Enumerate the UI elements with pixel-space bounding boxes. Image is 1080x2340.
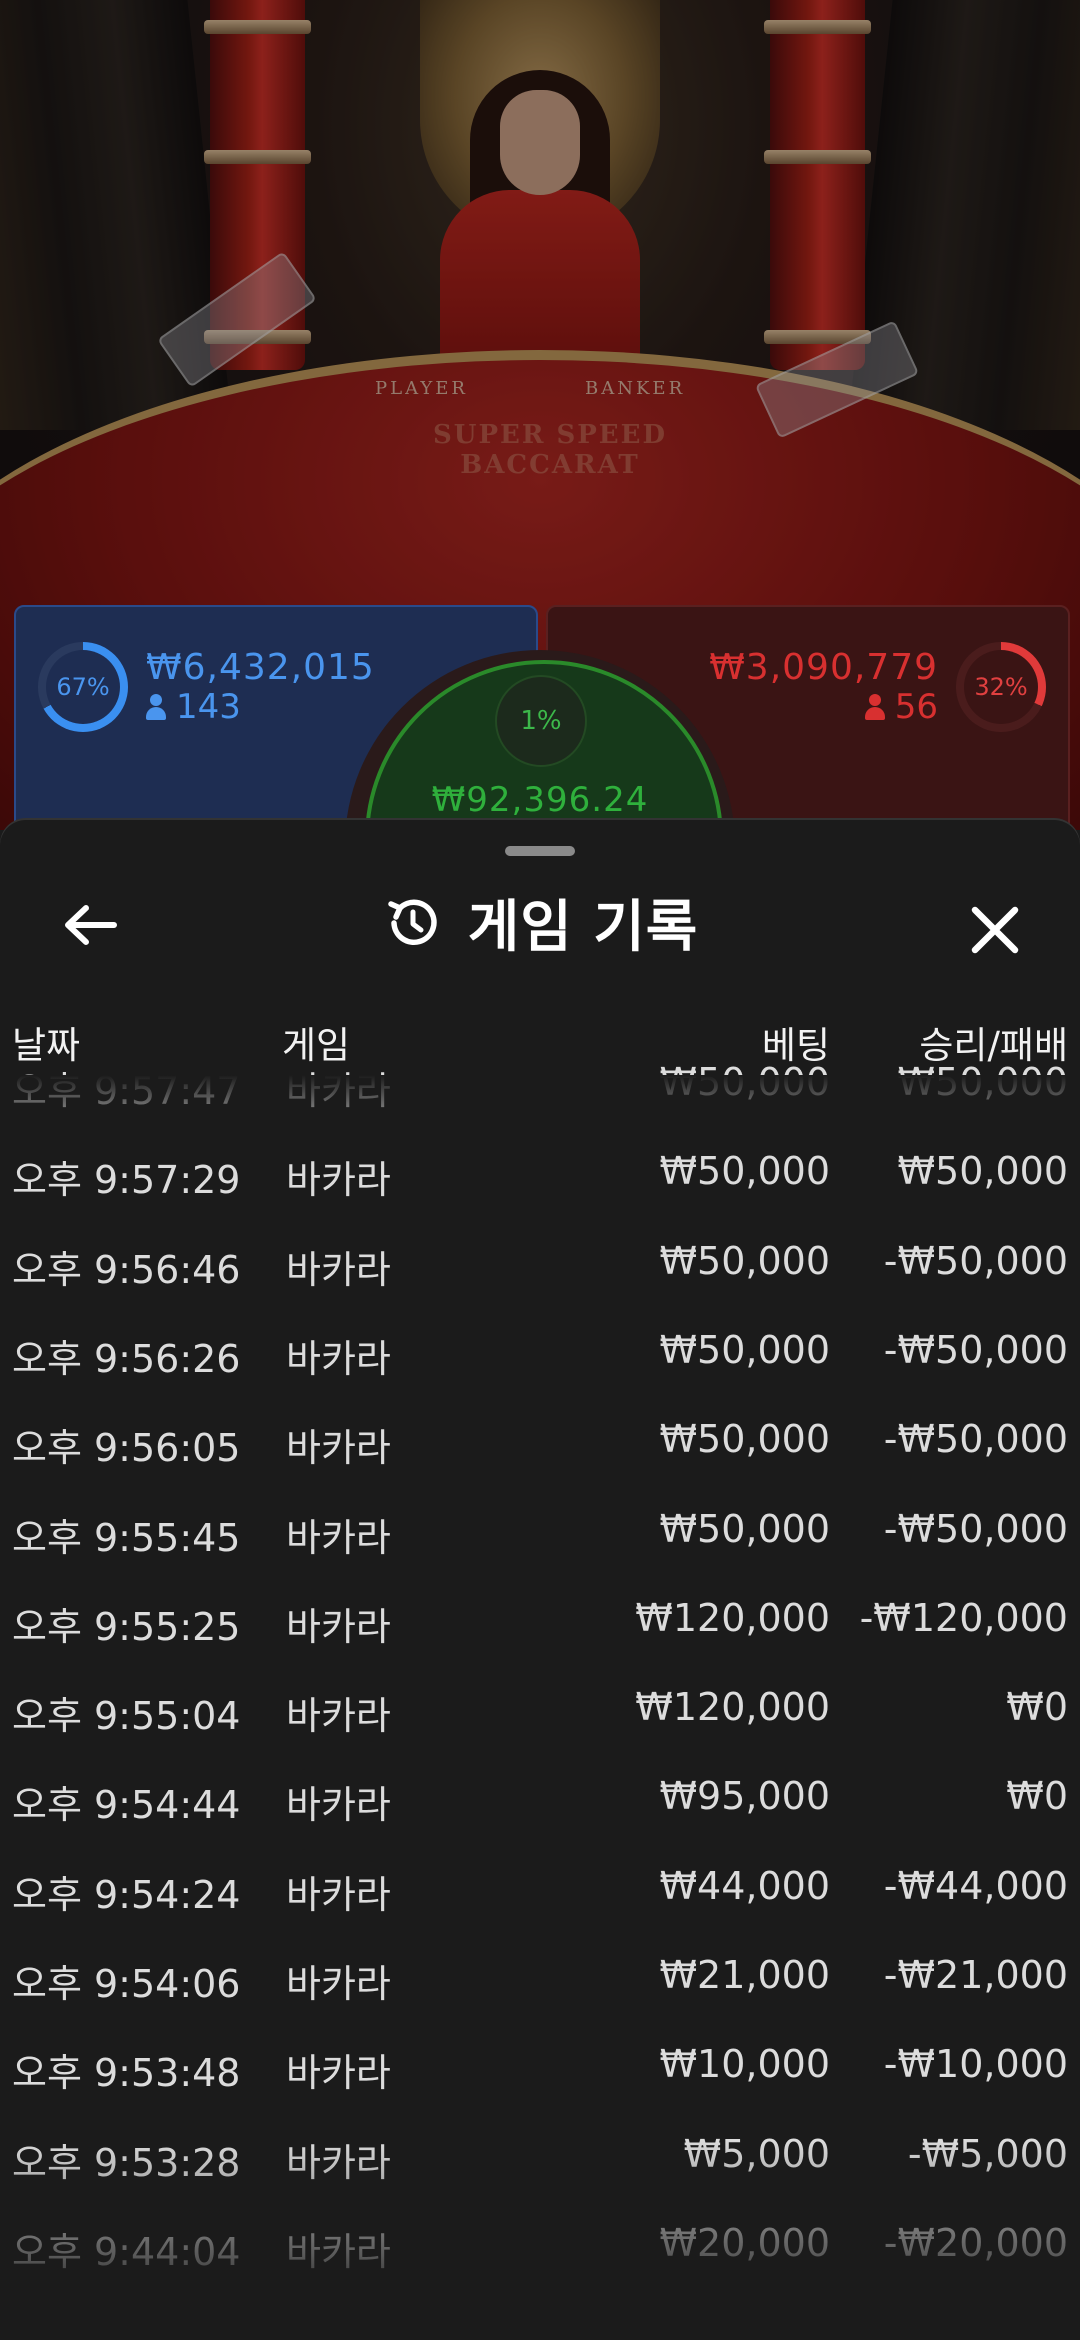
history-icon [387, 899, 437, 945]
history-row[interactable]: 오후 9:55:04 바카라 ₩120,000 ₩0 [0, 1685, 1080, 1774]
player-percent-ring: 67% [38, 642, 128, 732]
row-game: 바카라 [286, 1158, 391, 1203]
game-history-sheet: 게임 기록 날짜 게임 베팅 승리/패배 오후 9:57:47 바카라 ₩50,00… [0, 820, 1080, 2340]
row-win-loss: -₩20,000 [883, 2220, 1068, 2265]
tie-percent: 1% [495, 675, 587, 767]
row-win-loss: -₩10,000 [883, 2042, 1068, 2087]
row-bet-amount: ₩95,000 [659, 1774, 830, 1819]
row-bet-amount: ₩21,000 [659, 1953, 830, 1997]
row-game: 바카라 [286, 1872, 391, 1917]
row-win-loss: ₩50,000 [897, 1060, 1068, 1104]
history-row[interactable]: 오후 9:54:24 바카라 ₩44,000 -₩44,000 [0, 1864, 1080, 1953]
history-row[interactable]: 오후 9:56:26 바카라 ₩50,000 -₩50,000 [0, 1328, 1080, 1417]
row-win-loss: -₩50,000 [883, 1417, 1068, 1462]
player-percent: 67% [46, 650, 120, 724]
row-time: 오후 9:54:06 [12, 1962, 241, 2006]
close-icon [971, 906, 1019, 954]
row-bet-amount: ₩20,000 [659, 2220, 830, 2265]
player-bettor-count: 143 [146, 687, 241, 727]
row-time: 오후 9:56:26 [12, 1336, 241, 1381]
row-time: 오후 9:55:45 [12, 1515, 241, 1560]
row-win-loss: ₩50,000 [897, 1149, 1068, 1194]
row-game: 바카라 [286, 2140, 391, 2185]
row-win-loss: ₩0 [1006, 1774, 1068, 1819]
row-game: 바카라 [286, 2051, 391, 2096]
row-time: 오후 9:53:48 [12, 2051, 241, 2096]
sheet-drag-handle[interactable] [505, 846, 575, 856]
row-bet-amount: ₩120,000 [635, 1595, 830, 1640]
row-game: 바카라 [286, 1426, 391, 1471]
row-win-loss: -₩21,000 [883, 1953, 1068, 1997]
row-game: 바카라 [286, 1069, 391, 1113]
row-time: 오후 9:56:46 [12, 1247, 241, 1292]
row-time: 오후 9:56:05 [12, 1426, 241, 1471]
row-time: 오후 9:53:28 [12, 2140, 241, 2185]
history-row[interactable]: 오후 9:55:45 바카라 ₩50,000 -₩50,000 [0, 1507, 1080, 1596]
close-button[interactable] [955, 890, 1035, 970]
row-win-loss: -₩50,000 [883, 1238, 1068, 1283]
row-game: 바카라 [286, 1515, 391, 1560]
row-win-loss: -₩120,000 [859, 1595, 1068, 1640]
row-bet-amount: ₩5,000 [683, 2131, 830, 2176]
page-title: 게임 기록 [467, 895, 699, 960]
tie-total-amount: ₩92,396.24 [431, 780, 649, 820]
row-bet-amount: ₩50,000 [659, 1506, 830, 1551]
row-game: 바카라 [286, 1247, 391, 1292]
row-bet-amount: ₩50,000 [659, 1060, 830, 1104]
row-time: 오후 9:54:44 [12, 1783, 241, 1828]
row-bet-amount: ₩120,000 [635, 1685, 830, 1730]
row-game: 바카라 [286, 1783, 391, 1828]
history-row[interactable]: 오후 9:57:29 바카라 ₩50,000 ₩50,000 [0, 1149, 1080, 1238]
player-total-amount: ₩6,432,015 [146, 647, 375, 688]
row-bet-amount: ₩50,000 [659, 1327, 830, 1372]
history-row[interactable]: 오후 9:56:05 바카라 ₩50,000 -₩50,000 [0, 1417, 1080, 1506]
sheet-header: 게임 기록 [0, 882, 1080, 963]
history-row[interactable]: 오후 9:57:47 바카라 ₩50,000 ₩50,000 [0, 1060, 1080, 1149]
row-time: 오후 9:44:04 [12, 2229, 241, 2274]
row-time: 오후 9:57:47 [12, 1069, 241, 1113]
row-game: 바카라 [286, 1336, 391, 1381]
row-win-loss: ₩0 [1006, 1685, 1068, 1730]
row-time: 오후 9:57:29 [12, 1158, 241, 1203]
row-bet-amount: ₩50,000 [659, 1149, 830, 1194]
row-bet-amount: ₩10,000 [659, 2042, 830, 2087]
history-row[interactable]: 오후 9:53:28 바카라 ₩5,000 -₩5,000 [0, 2132, 1080, 2221]
history-row[interactable]: 오후 9:54:44 바카라 ₩95,000 ₩0 [0, 1774, 1080, 1863]
row-time: 오후 9:55:25 [12, 1604, 241, 1649]
row-win-loss: -₩5,000 [907, 2131, 1068, 2176]
person-icon [146, 694, 166, 720]
history-row[interactable]: 오후 9:54:06 바카라 ₩21,000 -₩21,000 [0, 1953, 1080, 2042]
person-icon [864, 694, 885, 720]
row-win-loss: -₩50,000 [883, 1506, 1068, 1551]
row-game: 바카라 [286, 1694, 391, 1739]
row-time: 오후 9:54:24 [12, 1872, 241, 1917]
row-bet-amount: ₩44,000 [659, 1863, 830, 1908]
banker-total-amount: ₩3,090,779 [709, 647, 938, 688]
row-game: 바카라 [286, 2229, 391, 2274]
row-game: 바카라 [286, 1604, 391, 1649]
banker-percent: 32% [964, 650, 1038, 724]
banker-percent-ring: 32% [956, 642, 1046, 732]
history-row[interactable]: 오후 9:55:25 바카라 ₩120,000 -₩120,000 [0, 1596, 1080, 1685]
history-row[interactable]: 오후 9:56:46 바카라 ₩50,000 -₩50,000 [0, 1239, 1080, 1328]
history-row[interactable]: 오후 9:53:48 바카라 ₩10,000 -₩10,000 [0, 2042, 1080, 2131]
banker-bettor-count: 56 [864, 687, 938, 727]
row-time: 오후 9:55:04 [12, 1694, 241, 1739]
row-win-loss: -₩44,000 [883, 1863, 1068, 1908]
row-bet-amount: ₩50,000 [659, 1417, 830, 1462]
row-win-loss: -₩50,000 [883, 1327, 1068, 1372]
row-bet-amount: ₩50,000 [659, 1238, 830, 1283]
history-row[interactable]: 오후 9:44:04 바카라 ₩20,000 -₩20,000 [0, 2221, 1080, 2310]
row-game: 바카라 [286, 1962, 391, 2006]
